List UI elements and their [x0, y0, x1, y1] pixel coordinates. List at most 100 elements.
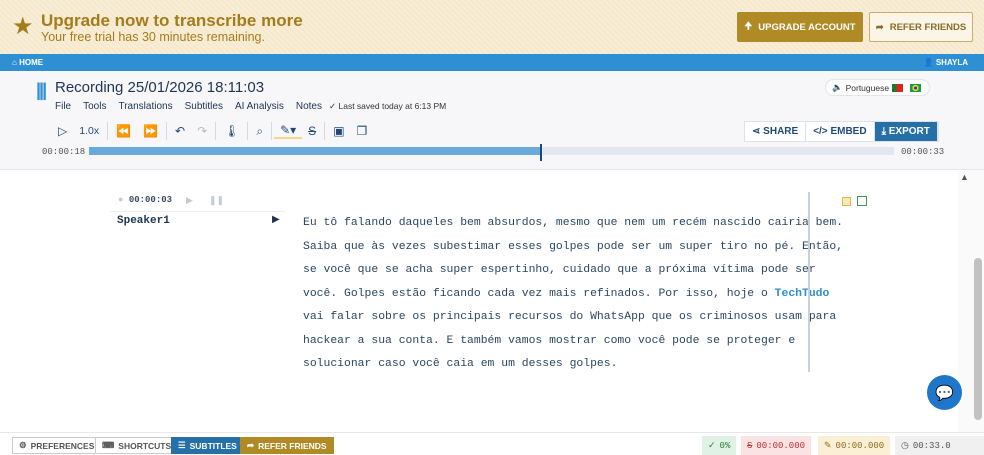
transcript-line: hackear a sua conta. E também vamos most… [303, 334, 796, 347]
subtitles-button[interactable]: ☰ SUBTITLES [171, 437, 244, 454]
language-label: Portuguese [845, 82, 890, 93]
thermometer-icon[interactable]: 🌡 [218, 124, 245, 138]
toolbar: ▷ 1.0x ⏪ ⏩ ↶ ↷ 🌡 ⌕ ✎▾ S ▣ ❐ [52, 121, 373, 141]
transcript-line: você. Golpes estão ficando cada vez mais… [303, 283, 843, 307]
banner-subtitle: Your free trial has 30 minutes remaining… [41, 30, 265, 44]
home-label: HOME [19, 58, 44, 67]
divider [107, 122, 109, 140]
divider [215, 122, 217, 140]
footer-refer-friends-button[interactable]: ➦ REFER FRIENDS [240, 437, 334, 454]
highlighter-icon[interactable]: ✎▾ [274, 123, 303, 139]
share-button[interactable]: ⋖ SHARE [745, 122, 807, 141]
menu-subtitles[interactable]: Subtitles [185, 101, 223, 112]
divider [808, 192, 810, 372]
fast-forward-icon[interactable]: ⏩ [137, 124, 164, 138]
scrollbar-thumb[interactable] [974, 258, 982, 420]
total-time: 00:00:33 [901, 147, 945, 157]
search-icon[interactable]: ⌕ [250, 124, 269, 139]
current-time: 00:00:18 [42, 147, 86, 157]
transcript-line: vai falar sobre os principais recursos d… [303, 311, 837, 323]
menu-ai-analysis[interactable]: AI Analysis [235, 101, 284, 112]
play-segment-icon[interactable]: ▶ [272, 214, 280, 225]
transcript-text[interactable]: Eu tô falando daqueles bem absurdos, mes… [303, 212, 843, 377]
embed-button[interactable]: </> EMBED [806, 122, 875, 141]
speaker-icon: 🔈 [832, 82, 843, 92]
menu-bar: File Tools Translations Subtitles AI Ana… [55, 101, 322, 112]
highlighter-icon: ✎ [824, 440, 832, 451]
segment-play-icon[interactable]: ▶ [186, 195, 193, 206]
user-menu[interactable]: 👤 SHAYLA [924, 58, 968, 67]
keyboard-icon: ⌨ [102, 440, 115, 450]
check-icon: ✓ [329, 101, 337, 111]
save-status: ✓ Last saved today at 6:13 PM [329, 101, 446, 112]
copy-icon[interactable]: ❐ [351, 124, 374, 138]
waveform-icon: ||| [36, 80, 47, 100]
user-icon: 👤 [923, 58, 934, 67]
menu-translations[interactable]: Translations [118, 101, 172, 112]
struck-time-stat: S 00:00.000 [741, 436, 812, 455]
upgrade-banner: ★ Upgrade now to transcribe more Your fr… [0, 0, 984, 54]
portugal-flag-icon [892, 83, 904, 92]
accuracy-stat: ✓ 0% [702, 436, 737, 455]
techtudo-link[interactable]: TechTudo [775, 288, 830, 300]
scroll-up-icon[interactable]: ▲ [960, 172, 969, 182]
segment-pause-icon[interactable]: ❚❚ [209, 195, 224, 206]
recording-title[interactable]: Recording 25/01/2026 18:11:03 [55, 79, 264, 96]
banner-title: Upgrade now to transcribe more [41, 11, 303, 30]
saved-text: Last saved today at 6:13 PM [338, 101, 447, 111]
language-selector[interactable]: 🔈 Portuguese [825, 79, 930, 96]
divider [166, 122, 167, 140]
divider [247, 122, 249, 140]
gear-icon: ⚙ [19, 440, 27, 450]
footer-bar: ⚙ PREFERENCES ⌨ SHORTCUTS ☰ SUBTITLES ➦ REFE… [0, 432, 984, 455]
refer-friends-button[interactable]: ➦ REFER FRIENDS [869, 12, 973, 42]
menu-tools[interactable]: Tools [83, 101, 106, 112]
play-icon[interactable]: ▷ [52, 124, 73, 138]
rewind-icon[interactable]: ⏪ [110, 124, 137, 138]
book-icon[interactable]: ▣ [327, 124, 350, 138]
shortcuts-button[interactable]: ⌨ SHORTCUTS [95, 437, 179, 454]
speed-button[interactable]: 1.0x [73, 125, 105, 137]
star-icon: ★ [12, 13, 34, 40]
share-label: SHARE [763, 126, 799, 137]
check-icon: ✓ [708, 440, 716, 451]
editor-header: ||| Recording 25/01/2026 18:11:03 File T… [0, 71, 984, 170]
upgrade-account-button[interactable]: 🠉 UPGRADE ACCOUNT [737, 12, 863, 42]
strikethrough-icon[interactable]: S [302, 124, 322, 138]
transcript-line: solucionar caso você caia em um desses g… [303, 358, 618, 370]
top-nav: ⌂ HOME 👤 SHAYLA [0, 54, 984, 71]
note-icon[interactable] [842, 197, 851, 206]
speaker-name[interactable]: Speaker1 [117, 215, 170, 227]
brazil-flag-icon [910, 83, 922, 92]
menu-file[interactable]: File [55, 101, 71, 112]
export-button[interactable]: ⤓ EXPORT [874, 122, 938, 141]
shortcuts-label: SHORTCUTS [118, 440, 172, 451]
transcript-fragment: você. Golpes estão ficando cada vez mais… [303, 287, 775, 300]
playhead[interactable] [539, 144, 542, 161]
segment-time[interactable]: ● 00:00:03 [118, 195, 172, 205]
home-icon: ⌂ [12, 58, 17, 67]
progress-track[interactable] [89, 144, 894, 161]
menu-notes[interactable]: Notes [296, 101, 322, 112]
refer-label: REFER FRIENDS [889, 21, 967, 33]
home-link[interactable]: ⌂ HOME [12, 58, 43, 67]
list-icon: ☰ [178, 440, 186, 450]
upgrade-label: UPGRADE ACCOUNT [758, 21, 856, 33]
clock-icon: ● [118, 195, 124, 205]
duration-stat: ◷ 00:33.0 [895, 436, 984, 455]
redo-icon[interactable]: ↷ [191, 124, 213, 138]
subtitles-label: SUBTITLES [189, 440, 237, 451]
divider [324, 122, 326, 140]
divider [110, 211, 285, 212]
export-label: EXPORT [888, 126, 930, 137]
share-arrow-icon: ➦ [875, 21, 884, 33]
share-arrow-icon: ➦ [247, 440, 255, 450]
refer-label: REFER FRIENDS [258, 440, 327, 451]
checkbox-icon[interactable] [857, 196, 867, 206]
undo-icon[interactable]: ↶ [169, 124, 191, 138]
chat-bubble-icon[interactable]: 💬 [927, 375, 962, 410]
highlighted-value: 00:00.000 [835, 440, 885, 451]
transcript-line: Eu tô falando daqueles bem absurdos, mes… [303, 217, 844, 229]
preferences-button[interactable]: ⚙ PREFERENCES [12, 437, 102, 454]
transcript-line: se você que se acha super espertinho, cu… [303, 264, 816, 276]
